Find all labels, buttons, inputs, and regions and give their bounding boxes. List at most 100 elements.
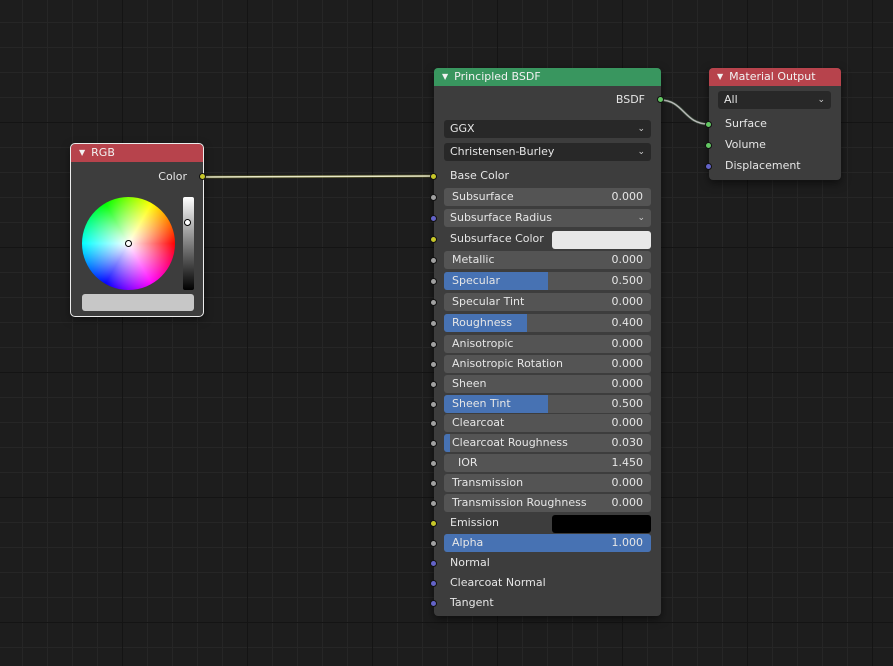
specular-slider[interactable]: Specular 0.500 <box>444 272 651 290</box>
volume-input-row: Volume <box>725 136 766 154</box>
anisotropic-rotation-value: 0.000 <box>611 357 644 370</box>
anisotropic-rotation-socket[interactable] <box>430 361 437 368</box>
output-target-dropdown[interactable]: All ⌄ <box>718 91 831 109</box>
sheen-socket[interactable] <box>430 381 437 388</box>
distribution-dropdown[interactable]: GGX ⌄ <box>444 120 651 138</box>
specular-value: 0.500 <box>611 274 644 287</box>
clearcoat-slider[interactable]: Clearcoat 0.000 <box>444 414 651 432</box>
collapse-triangle-icon[interactable]: ▼ <box>717 72 723 81</box>
link-color-to-base-color <box>202 174 434 179</box>
specular-tint-label: Specular Tint <box>452 295 525 308</box>
sheen-label: Sheen <box>452 377 487 390</box>
sheen-slider[interactable]: Sheen 0.000 <box>444 375 651 393</box>
clearcoat-roughness-slider-fill <box>444 434 450 452</box>
normal-label: Normal <box>450 556 490 569</box>
normal-socket[interactable] <box>430 560 437 567</box>
subsurface-value: 0.000 <box>611 190 644 203</box>
transmission-slider[interactable]: Transmission 0.000 <box>444 474 651 492</box>
collapse-triangle-icon[interactable]: ▼ <box>442 72 448 81</box>
emission-swatch[interactable] <box>552 515 651 533</box>
specular-socket[interactable] <box>430 278 437 285</box>
alpha-label: Alpha <box>452 536 484 549</box>
emission-row: Emission <box>450 514 499 532</box>
rgb-node[interactable]: ▼ RGB Color <box>70 143 206 317</box>
clearcoat-roughness-value: 0.030 <box>611 436 644 449</box>
alpha-socket[interactable] <box>430 540 437 547</box>
principled-bsdf-node[interactable]: ▼ Principled BSDF BSDF GGX ⌄ Christensen-… <box>430 68 664 616</box>
sheen-tint-label: Sheen Tint <box>452 397 511 410</box>
emission-socket[interactable] <box>430 520 437 527</box>
metallic-slider[interactable]: Metallic 0.000 <box>444 251 651 269</box>
anisotropic-rotation-slider[interactable]: Anisotropic Rotation 0.000 <box>444 355 651 373</box>
material-output-header[interactable]: ▼ Material Output <box>709 68 841 86</box>
alpha-value: 1.000 <box>611 536 644 549</box>
displacement-input-label: Displacement <box>725 159 801 172</box>
roughness-label: Roughness <box>452 316 513 329</box>
material-output-node[interactable]: ▼ Material Output All ⌄ Surface Volume Di… <box>705 68 841 180</box>
transmission-roughness-slider[interactable]: Transmission Roughness 0.000 <box>444 494 651 512</box>
specular-tint-value: 0.000 <box>611 295 644 308</box>
chevron-down-icon: ⌄ <box>637 147 645 157</box>
displacement-input-row: Displacement <box>725 157 801 175</box>
alpha-slider[interactable]: Alpha 1.000 <box>444 534 651 552</box>
volume-input-socket[interactable] <box>705 142 712 149</box>
transmission-value: 0.000 <box>611 476 644 489</box>
rgb-color-output-socket[interactable] <box>199 173 206 180</box>
subsurface-color-socket[interactable] <box>430 236 437 243</box>
normal-row: Normal <box>450 554 490 572</box>
anisotropic-slider[interactable]: Anisotropic 0.000 <box>444 335 651 353</box>
color-wheel[interactable] <box>82 197 175 290</box>
specular-label: Specular <box>452 274 501 287</box>
transmission-socket[interactable] <box>430 480 437 487</box>
roughness-socket[interactable] <box>430 320 437 327</box>
specular-tint-slider[interactable]: Specular Tint 0.000 <box>444 293 651 311</box>
output-target-value: All <box>724 93 738 106</box>
collapse-triangle-icon[interactable]: ▼ <box>79 148 85 157</box>
sheen-value: 0.000 <box>611 377 644 390</box>
subsurface-radius-socket[interactable] <box>430 215 437 222</box>
principled-bsdf-title: Principled BSDF <box>454 70 541 83</box>
ior-socket[interactable] <box>430 460 437 467</box>
surface-input-socket[interactable] <box>705 121 712 128</box>
subsurface-radius-dropdown[interactable]: Subsurface Radius ⌄ <box>444 209 651 227</box>
specular-tint-socket[interactable] <box>430 299 437 306</box>
tangent-socket[interactable] <box>430 600 437 607</box>
transmission-roughness-socket[interactable] <box>430 500 437 507</box>
rgb-color-swatch[interactable] <box>82 294 194 311</box>
value-slider[interactable] <box>183 197 194 290</box>
anisotropic-rotation-label: Anisotropic Rotation <box>452 357 563 370</box>
anisotropic-socket[interactable] <box>430 341 437 348</box>
displacement-input-socket[interactable] <box>705 163 712 170</box>
base-color-socket[interactable] <box>430 173 437 180</box>
metallic-socket[interactable] <box>430 257 437 264</box>
chevron-down-icon: ⌄ <box>637 124 645 134</box>
emission-label: Emission <box>450 516 499 529</box>
color-wheel-cursor[interactable] <box>125 240 132 247</box>
subsurface-socket[interactable] <box>430 194 437 201</box>
sheen-tint-slider[interactable]: Sheen Tint 0.500 <box>444 395 651 413</box>
clearcoat-socket[interactable] <box>430 420 437 427</box>
subsurface-color-swatch[interactable] <box>552 231 651 249</box>
subsurface-slider[interactable]: Subsurface 0.000 <box>444 188 651 206</box>
sheen-tint-socket[interactable] <box>430 401 437 408</box>
material-output-title: Material Output <box>729 70 816 83</box>
clearcoat-roughness-socket[interactable] <box>430 440 437 447</box>
rgb-node-header[interactable]: ▼ RGB <box>71 144 203 162</box>
roughness-slider[interactable]: Roughness 0.400 <box>444 314 651 332</box>
link-bsdf-to-surface-line <box>659 99 709 125</box>
rgb-output-label: Color <box>158 170 187 183</box>
bsdf-output-socket[interactable] <box>657 96 664 103</box>
subsurface-label: Subsurface <box>452 190 514 203</box>
transmission-label: Transmission <box>452 476 524 489</box>
chevron-down-icon: ⌄ <box>817 95 825 105</box>
tangent-row: Tangent <box>450 594 494 612</box>
clearcoat-normal-row: Clearcoat Normal <box>450 574 546 592</box>
principled-bsdf-header[interactable]: ▼ Principled BSDF <box>434 68 661 86</box>
clearcoat-roughness-slider[interactable]: Clearcoat Roughness 0.030 <box>444 434 651 452</box>
subsurface-method-dropdown[interactable]: Christensen-Burley ⌄ <box>444 143 651 161</box>
rgb-node-title: RGB <box>91 146 115 159</box>
ior-slider[interactable]: IOR 1.450 <box>444 454 651 472</box>
clearcoat-normal-socket[interactable] <box>430 580 437 587</box>
value-slider-handle[interactable] <box>184 219 191 226</box>
subsurface-radius-label: Subsurface Radius <box>450 211 552 224</box>
